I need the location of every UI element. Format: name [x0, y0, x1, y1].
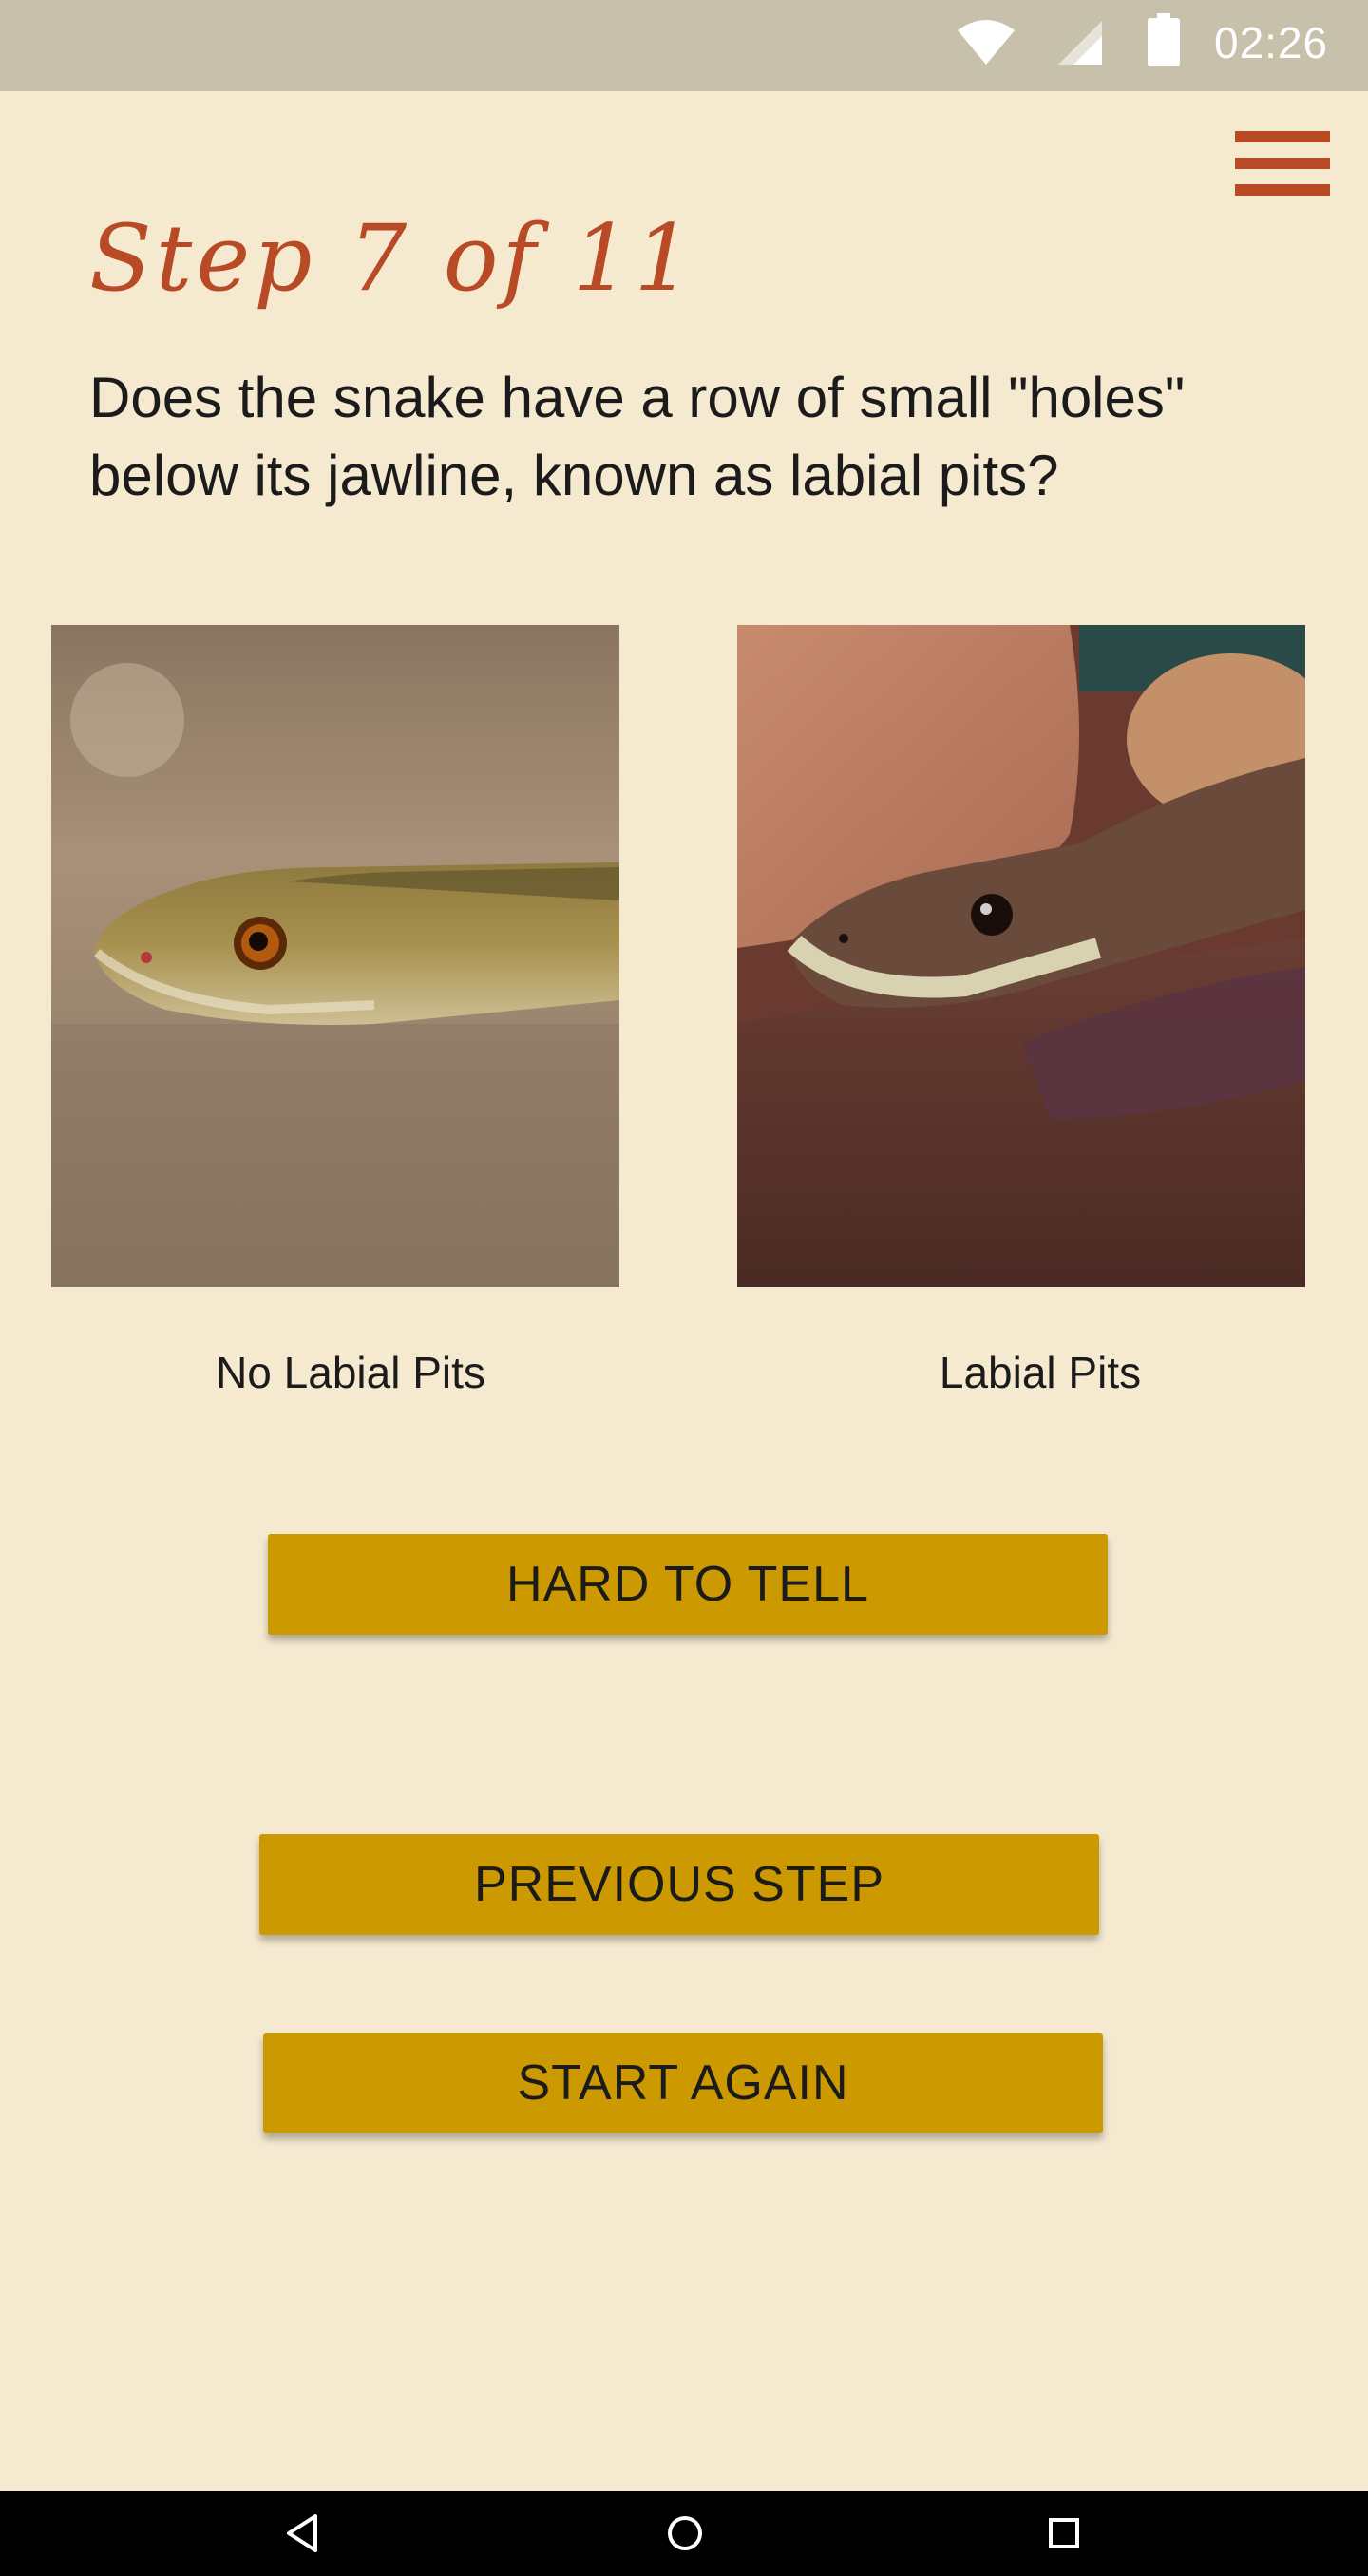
- previous-step-button[interactable]: PREVIOUS STEP: [259, 1834, 1099, 1935]
- hard-to-tell-button[interactable]: HARD TO TELL: [268, 1534, 1108, 1635]
- no-labial-pits-photo[interactable]: [51, 625, 619, 1287]
- menu-line: [1235, 131, 1330, 142]
- clock: 02:26: [1214, 18, 1329, 67]
- hamburger-menu-icon[interactable]: [1231, 127, 1330, 199]
- back-icon[interactable]: [283, 2512, 321, 2554]
- navigation-bar: [0, 2491, 1368, 2576]
- no-labial-pits-caption: No Labial Pits: [216, 1348, 485, 1397]
- menu-line: [1235, 184, 1330, 196]
- battery-icon: [1148, 13, 1180, 66]
- step-title: Step 7 of 11: [89, 205, 696, 312]
- signal-icon: [1058, 21, 1102, 65]
- home-icon[interactable]: [665, 2512, 705, 2554]
- labial-pits-photo[interactable]: [737, 625, 1305, 1287]
- menu-line: [1235, 158, 1330, 169]
- wifi-icon: [958, 20, 1015, 65]
- question-text: Does the snake have a row of small "hole…: [89, 366, 1186, 507]
- start-again-button[interactable]: START AGAIN: [263, 2033, 1103, 2133]
- status-bar: 02:26: [0, 0, 1368, 91]
- recents-icon[interactable]: [1045, 2512, 1083, 2554]
- labial-pits-caption: Labial Pits: [939, 1348, 1142, 1397]
